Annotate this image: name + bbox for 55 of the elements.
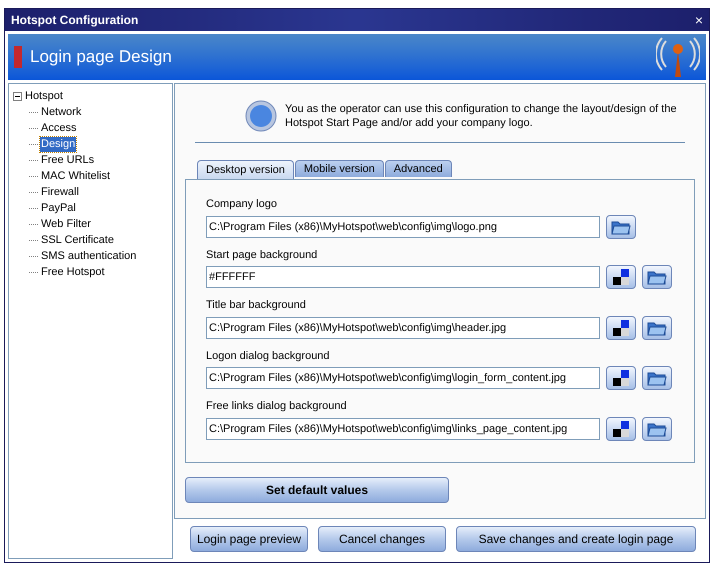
color-button[interactable] bbox=[606, 366, 636, 390]
path-field[interactable]: C:\Program Files (x86)\MyHotspot\web\config\img\login_form_content.jpg bbox=[206, 367, 600, 389]
path-field[interactable]: C:\Program Files (x86)\MyHotspot\web\config\img\header.jpg bbox=[206, 316, 600, 338]
footer-button[interactable]: Save changes and create login page bbox=[456, 526, 696, 552]
browse-button[interactable] bbox=[606, 214, 636, 238]
field-label: Logon dialog background bbox=[206, 348, 331, 364]
browse-button[interactable] bbox=[642, 265, 672, 289]
color-swatch-icon bbox=[613, 370, 629, 386]
tree-item[interactable]: Hotspot bbox=[24, 88, 64, 104]
tab[interactable]: Advanced bbox=[384, 160, 452, 177]
tree-item[interactable]: Web Filter bbox=[40, 216, 92, 232]
tree-item[interactable]: Firewall bbox=[40, 184, 80, 200]
path-field[interactable]: C:\Program Files (x86)\MyHotspot\web\config\img\links_page_content.jpg bbox=[206, 418, 600, 440]
color-button[interactable] bbox=[606, 416, 636, 440]
marker-icon bbox=[14, 46, 22, 68]
tab[interactable]: Mobile version bbox=[294, 160, 384, 177]
browse-button[interactable] bbox=[642, 416, 672, 440]
color-swatch-icon bbox=[613, 269, 629, 285]
tree-item[interactable]: PayPal bbox=[40, 200, 77, 216]
field-label: Company logo bbox=[206, 197, 278, 212]
antenna-icon bbox=[656, 35, 700, 79]
close-button[interactable]: × bbox=[694, 13, 703, 27]
tree-item[interactable]: Free URLs bbox=[40, 152, 96, 168]
folder-icon bbox=[647, 370, 667, 386]
field-label: Free links dialog background bbox=[206, 399, 348, 414]
default-values-button[interactable]: Set default values bbox=[185, 477, 449, 503]
tree-item[interactable]: Design bbox=[40, 136, 76, 152]
browse-button[interactable] bbox=[642, 316, 672, 340]
footer-button[interactable]: Cancel changes bbox=[318, 526, 446, 552]
color-swatch-icon bbox=[613, 320, 629, 336]
tree-item[interactable]: MAC Whitelist bbox=[40, 168, 112, 184]
color-button[interactable] bbox=[606, 265, 636, 289]
folder-icon bbox=[647, 269, 667, 285]
info-text: You as the operator can use this configuration to change the layout/design of the Hotspot Start Page and/or add your company logo. bbox=[285, 102, 678, 130]
tree-item[interactable]: SMS authentication bbox=[40, 248, 138, 264]
folder-icon bbox=[647, 320, 667, 336]
color-swatch-icon bbox=[613, 420, 629, 436]
color-button[interactable] bbox=[606, 316, 636, 340]
tree-item[interactable]: Free Hotspot bbox=[40, 264, 106, 280]
path-field[interactable]: C:\Program Files (x86)\MyHotspot\web\config\img\logo.png bbox=[206, 216, 600, 238]
field-label: Start page background bbox=[206, 248, 318, 262]
window-title: Hotspot Configuration bbox=[11, 12, 138, 29]
tree-item[interactable]: Access bbox=[40, 120, 78, 136]
info-icon bbox=[245, 100, 277, 132]
browse-button[interactable] bbox=[642, 366, 672, 390]
field-label: Title bar background bbox=[206, 298, 307, 313]
tree-item[interactable]: SSL Certificate bbox=[40, 232, 115, 248]
collapse-icon[interactable] bbox=[13, 92, 22, 100]
folder-icon bbox=[647, 420, 667, 436]
footer-button[interactable]: Login page preview bbox=[190, 526, 308, 552]
page-title: Login page Design bbox=[30, 46, 172, 68]
tab[interactable]: Desktop version bbox=[197, 160, 294, 179]
tree-item[interactable]: Network bbox=[40, 104, 82, 120]
folder-icon bbox=[611, 218, 631, 234]
path-field[interactable]: #FFFFFF bbox=[206, 266, 600, 288]
